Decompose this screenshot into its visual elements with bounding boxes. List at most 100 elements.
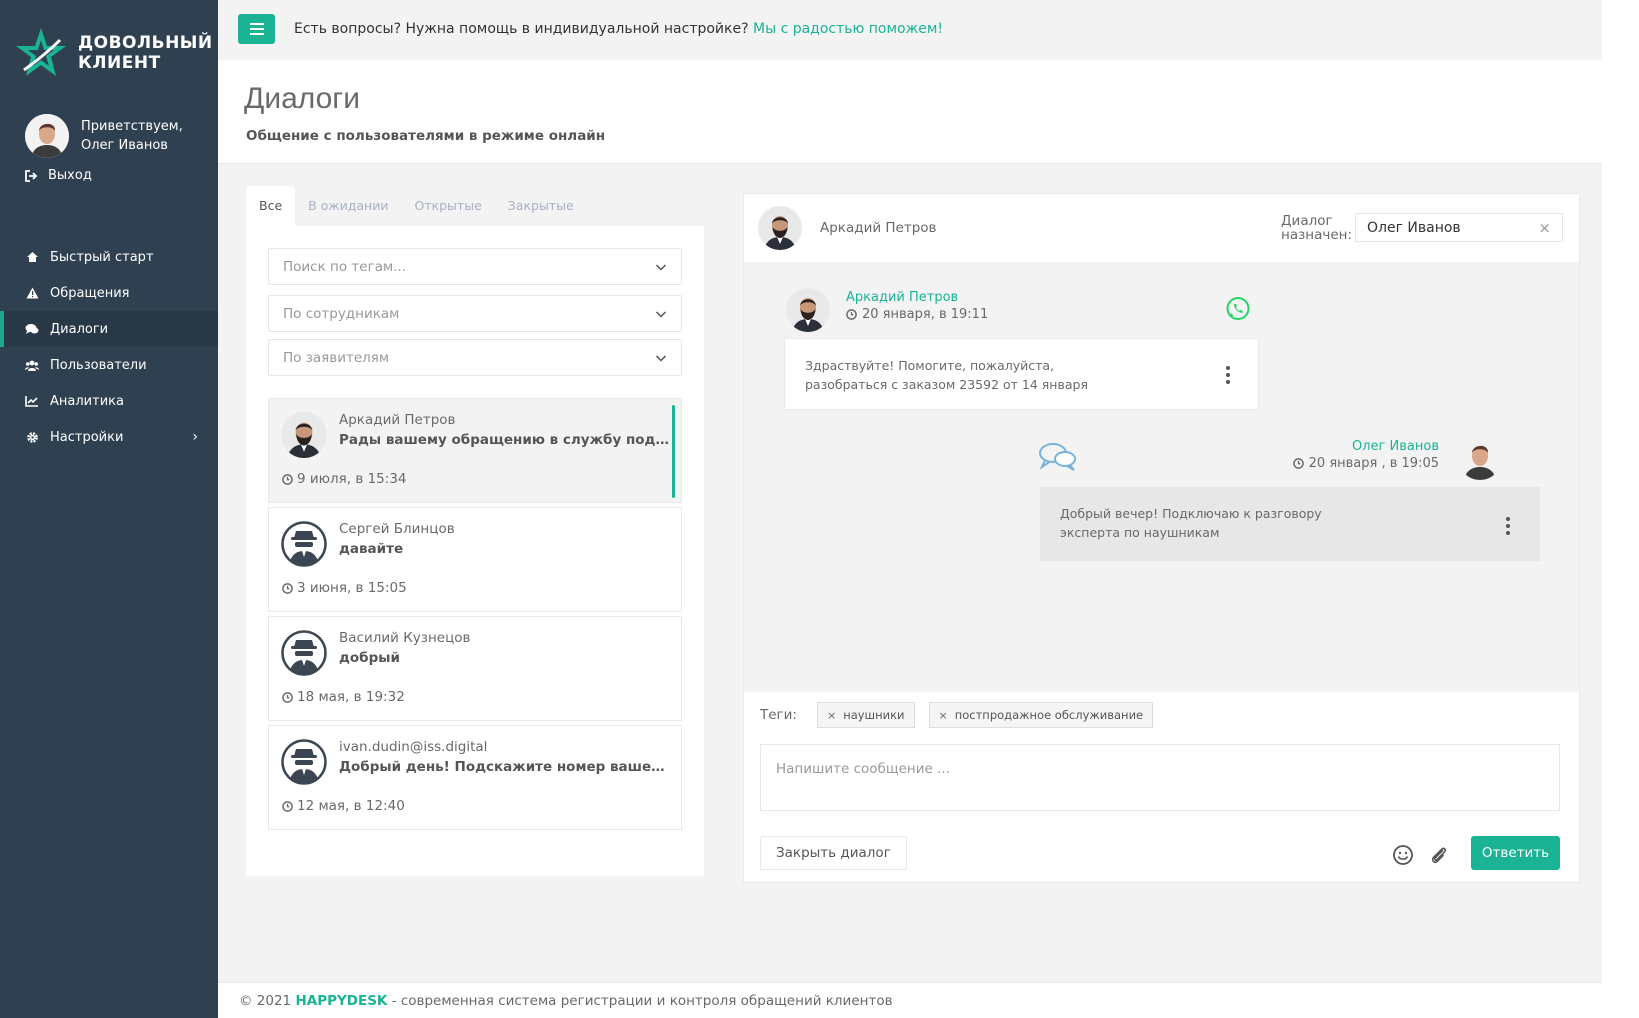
message-time: 20 января, в 19:11 xyxy=(846,307,988,322)
clock-icon xyxy=(282,583,293,594)
message-bubble-incoming: Здраствуйте! Помогите, пожалуйста, разоб… xyxy=(784,338,1259,410)
sidebar: Довольный клиент Приветствуем, Олег Иван… xyxy=(0,0,218,1018)
sidebar-item-requests[interactable]: Обращения xyxy=(0,275,218,311)
help-link[interactable]: Мы с радостью поможем! xyxy=(753,21,943,37)
message-bubble-outgoing: Добрый вечер! Подключаю к разговору эксп… xyxy=(1040,487,1540,561)
greeting-text: Приветствуем, xyxy=(81,119,183,134)
footer-brand[interactable]: HAPPYDESK xyxy=(295,993,387,1009)
tag-chip[interactable]: × наушники xyxy=(816,702,915,728)
logo-line-2: клиент xyxy=(78,53,161,73)
dialog-contact-name: Василий Кузнецов xyxy=(339,630,471,646)
tab-all[interactable]: Все xyxy=(246,186,296,226)
tab-waiting[interactable]: В ожидании xyxy=(295,186,401,226)
select-placeholder: Поиск по тегам... xyxy=(283,258,407,275)
message-input[interactable]: Напишите сообщение ... xyxy=(760,744,1560,811)
staff-filter-select[interactable]: По сотрудникам xyxy=(268,295,682,332)
comments-icon xyxy=(25,324,39,334)
avatar[interactable] xyxy=(25,114,69,158)
chat-panel: Аркадий Петров Диалог назначен: Олег Ива… xyxy=(743,193,1580,883)
message-text-line: Добрый вечер! Подключаю к разговору xyxy=(1060,506,1322,521)
logout-label: Выход xyxy=(48,168,92,183)
avatar xyxy=(1458,436,1502,480)
message-menu-icon[interactable] xyxy=(1506,517,1510,535)
dialog-list-body: Поиск по тегам... По сотрудникам По заяв… xyxy=(246,226,704,876)
logo-line-1: Довольный xyxy=(78,33,213,53)
tag-search-select[interactable]: Поиск по тегам... xyxy=(268,248,682,285)
sidebar-item-quick-start[interactable]: Быстрый старт xyxy=(0,239,218,275)
tag-label: постпродажное обслуживание xyxy=(954,708,1144,722)
sidebar-item-label: Пользователи xyxy=(50,357,147,373)
sidebar-item-label: Быстрый старт xyxy=(50,249,154,265)
tags-row: Теги: × наушники × постпродажное обслужива… xyxy=(760,702,1154,728)
sign-out-icon xyxy=(25,169,38,182)
dialog-time-text: 3 июня, в 15:05 xyxy=(297,580,407,596)
dialog-time: 3 июня, в 15:05 xyxy=(282,580,407,596)
list-item[interactable]: Василий Кузнецов добрый 18 мая, в 19:32 xyxy=(268,616,682,721)
help-message: Есть вопросы? Нужна помощь в индивидуаль… xyxy=(294,21,943,37)
sidebar-item-dialogs[interactable]: Диалоги xyxy=(0,311,218,347)
chat-messages: Аркадий Петров 20 января, в 19:11 Здраст… xyxy=(744,262,1579,692)
tags-label: Теги: xyxy=(760,707,797,723)
dialog-last-message: давайте xyxy=(339,541,404,557)
chart-icon xyxy=(25,396,38,407)
greeting: Приветствуем, Олег Иванов xyxy=(81,117,183,155)
message-menu-icon[interactable] xyxy=(1226,366,1230,384)
logo[interactable]: Довольный клиент xyxy=(14,26,213,80)
whatsapp-icon xyxy=(1226,297,1250,320)
footer-text: - современная система регистрации и конт… xyxy=(391,993,893,1009)
applicant-filter-select[interactable]: По заявителям xyxy=(268,339,682,376)
list-item[interactable]: Сергей Блинцов давайте 3 июня, в 15:05 xyxy=(268,507,682,612)
message-text-line: эксперта по наушникам xyxy=(1060,525,1220,540)
sidebar-item-users[interactable]: Пользователи xyxy=(0,347,218,383)
list-item[interactable]: ivan.dudin@iss.digital Добрый день! Подс… xyxy=(268,725,682,830)
page-subtitle: Общение с пользователями в режиме онлайн xyxy=(246,128,606,144)
page-header: Диалоги Общение с пользователями в режим… xyxy=(218,60,1602,164)
dialog-time-text: 18 мая, в 19:32 xyxy=(297,689,405,705)
avatar xyxy=(281,412,327,458)
close-dialog-button[interactable]: Закрыть диалог xyxy=(760,836,907,870)
avatar xyxy=(281,630,327,676)
chat-header: Аркадий Петров Диалог назначен: Олег Ива… xyxy=(744,194,1579,262)
tab-open[interactable]: Открытые xyxy=(401,186,494,226)
message-time-text: 20 января , в 19:05 xyxy=(1308,456,1439,471)
chevron-down-icon xyxy=(655,352,667,364)
user-name: Олег Иванов xyxy=(81,138,168,153)
menu-toggle-button[interactable] xyxy=(238,14,275,44)
assigned-label-line-2: назначен: xyxy=(1281,227,1353,243)
assignee-value: Олег Иванов xyxy=(1367,219,1461,236)
dialog-time: 12 мая, в 12:40 xyxy=(282,798,405,814)
top-bar: Есть вопросы? Нужна помощь в индивидуаль… xyxy=(218,0,1602,60)
tab-closed[interactable]: Закрытые xyxy=(495,186,587,226)
clear-icon[interactable]: × xyxy=(1538,219,1551,237)
tag-label: наушники xyxy=(843,708,905,722)
logo-text: Довольный клиент xyxy=(78,33,213,73)
dialog-time-text: 9 июля, в 15:34 xyxy=(297,471,407,487)
remove-tag-icon[interactable]: × xyxy=(827,709,836,722)
assignee-select[interactable]: Олег Иванов × xyxy=(1355,213,1563,242)
clock-icon xyxy=(282,474,293,485)
message-text-line: разобраться с заказом 23592 от 14 января xyxy=(805,377,1088,392)
paperclip-icon[interactable] xyxy=(1428,844,1450,866)
emoji-icon[interactable] xyxy=(1392,844,1414,866)
chevron-down-icon xyxy=(655,261,667,273)
tag-chip[interactable]: × постпродажное обслуживание xyxy=(928,702,1154,728)
sidebar-item-settings[interactable]: Настройки › xyxy=(0,419,218,455)
gear-icon xyxy=(26,431,38,443)
dialog-contact-name: Аркадий Петров xyxy=(339,412,456,428)
clock-icon xyxy=(282,801,293,812)
dialog-last-message: добрый xyxy=(339,650,400,666)
list-item[interactable]: Аркадий Петров Рады вашему обращению в с… xyxy=(268,398,682,503)
avatar xyxy=(281,739,327,785)
sidebar-item-label: Настройки xyxy=(50,429,124,445)
message-input-placeholder: Напишите сообщение ... xyxy=(776,761,950,777)
sidebar-item-analytics[interactable]: Аналитика xyxy=(0,383,218,419)
home-icon xyxy=(26,252,38,262)
avatar xyxy=(281,521,327,567)
remove-tag-icon[interactable]: × xyxy=(939,709,948,722)
logout-link[interactable]: Выход xyxy=(25,168,92,183)
reply-button[interactable]: Ответить xyxy=(1471,836,1560,870)
assigned-label: Диалог назначен: xyxy=(1281,214,1352,242)
message-time-text: 20 января, в 19:11 xyxy=(862,307,989,322)
dialog-time-text: 12 мая, в 12:40 xyxy=(297,798,405,814)
clock-icon xyxy=(1293,458,1304,469)
